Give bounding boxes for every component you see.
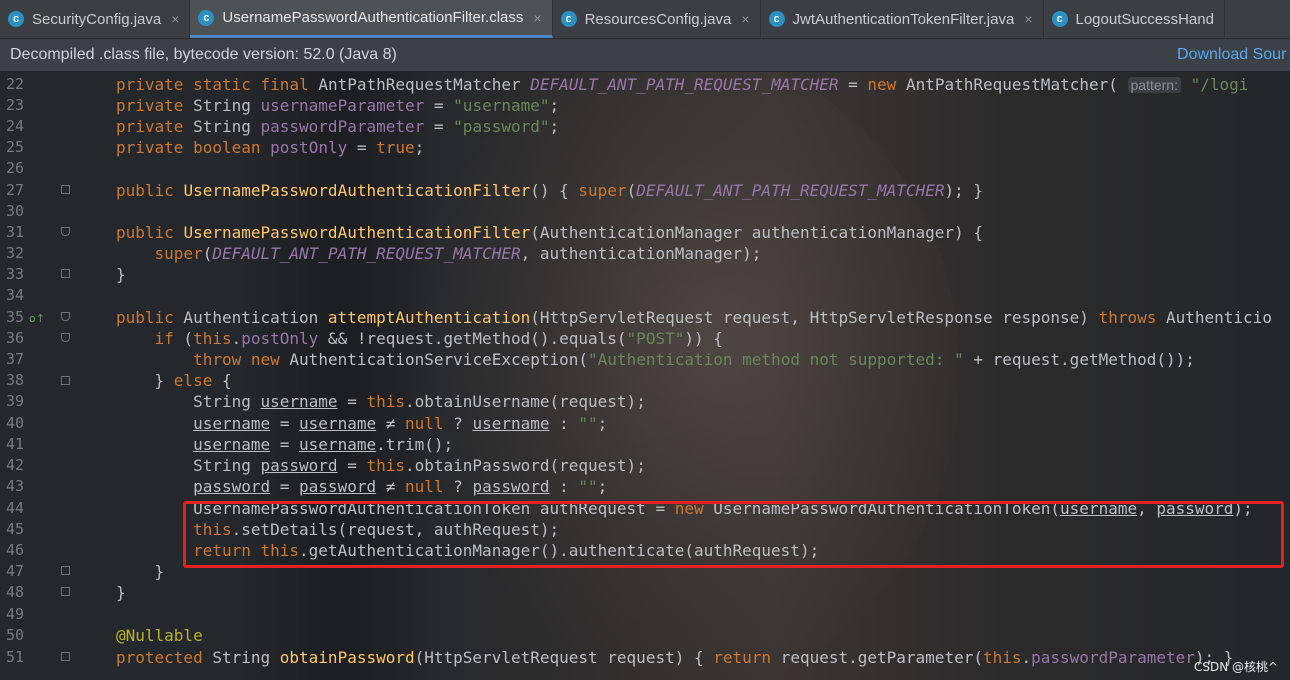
tab-jwtauthenticationtokenfilter[interactable]: c JwtAuthenticationTokenFilter.java × <box>761 0 1044 38</box>
line-number: 37 <box>5 350 24 368</box>
code-line[interactable]: String password = this.obtainPassword(re… <box>116 455 646 476</box>
line-number: 38 <box>5 371 24 389</box>
code-line[interactable]: throw new AuthenticationServiceException… <box>116 349 1195 370</box>
decompiled-banner: Decompiled .class file, bytecode version… <box>0 39 1290 71</box>
class-icon: c <box>560 11 577 27</box>
line-number: 39 <box>5 392 24 410</box>
code-line[interactable]: username = username.trim(); <box>116 434 453 455</box>
line-number: 48 <box>5 583 24 601</box>
close-icon[interactable]: × <box>741 11 749 27</box>
code-line[interactable]: } <box>116 264 126 285</box>
code-editor[interactable]: 22 23 24 25 26 27 30 31 32 33 34 35 36 3… <box>0 72 1290 680</box>
code-line[interactable]: } <box>116 582 126 603</box>
banner-message: Decompiled .class file, bytecode version… <box>10 46 397 63</box>
code-line[interactable]: } else { <box>116 370 232 391</box>
code-line[interactable]: if (this.postOnly && !request.getMethod(… <box>116 328 723 349</box>
line-number: 25 <box>5 138 24 156</box>
close-icon[interactable]: × <box>533 10 541 26</box>
fold-toggle-icon[interactable] <box>61 587 70 596</box>
class-icon: c <box>768 11 785 27</box>
class-icon: c <box>8 11 24 27</box>
tab-logoutsuccesshandler[interactable]: c LogoutSuccessHand <box>1044 0 1225 38</box>
code-line[interactable]: super(DEFAULT_ANT_PATH_REQUEST_MATCHER, … <box>116 243 762 264</box>
code-line[interactable]: @Nullable <box>116 625 203 646</box>
code-line[interactable]: private boolean postOnly = true; <box>116 137 424 158</box>
highlight-box <box>183 501 1284 568</box>
line-number: 50 <box>5 626 24 644</box>
line-number: 49 <box>5 605 24 623</box>
line-number: 31 <box>5 223 24 241</box>
tab-usernamepasswordauthenticationfilter[interactable]: c UsernamePasswordAuthenticationFilter.c… <box>190 0 553 38</box>
line-number: 24 <box>5 117 24 135</box>
code-line[interactable]: username = username ≠ null ? username : … <box>116 413 607 434</box>
editor-tab-bar: c SecurityConfig.java × c UsernamePasswo… <box>0 0 1290 39</box>
tab-label: ResourcesConfig.java <box>584 10 732 28</box>
fold-toggle-icon[interactable] <box>61 566 70 575</box>
code-line[interactable]: public UsernamePasswordAuthenticationFil… <box>116 180 983 201</box>
class-icon: c <box>198 9 215 26</box>
line-number: 35 <box>5 308 24 326</box>
close-icon[interactable]: × <box>1024 11 1032 27</box>
code-line[interactable]: } <box>116 561 165 582</box>
line-number: 44 <box>5 499 24 517</box>
close-icon[interactable]: × <box>171 11 179 27</box>
code-line[interactable]: password = password ≠ null ? password : … <box>116 476 607 497</box>
line-number-gutter: 22 23 24 25 26 27 30 31 32 33 34 35 36 3… <box>0 72 80 680</box>
line-number: 26 <box>5 159 24 177</box>
fold-toggle-icon[interactable] <box>61 376 70 385</box>
line-number: 47 <box>5 562 24 580</box>
line-number: 51 <box>5 648 24 666</box>
background-image-face <box>400 72 960 680</box>
fold-toggle-icon[interactable] <box>61 227 70 236</box>
line-number: 36 <box>5 329 24 347</box>
line-number: 42 <box>5 456 24 474</box>
tab-securityconfig[interactable]: c SecurityConfig.java × <box>0 0 191 38</box>
override-marker-icon[interactable]: o↑ <box>29 312 45 325</box>
line-number: 30 <box>5 202 24 220</box>
tab-label: JwtAuthenticationTokenFilter.java <box>792 10 1015 28</box>
tab-resourcesconfig[interactable]: c ResourcesConfig.java × <box>553 0 761 38</box>
download-sources-link[interactable]: Download Sour <box>1177 46 1286 64</box>
line-number: 34 <box>5 286 24 304</box>
code-line[interactable]: private static final AntPathRequestMatch… <box>116 74 1248 95</box>
line-number: 40 <box>5 414 24 432</box>
code-line[interactable]: private String passwordParameter = "pass… <box>116 116 559 137</box>
tab-label: SecurityConfig.java <box>32 10 162 28</box>
line-number: 32 <box>5 244 24 262</box>
fold-toggle-icon[interactable] <box>61 652 70 661</box>
tab-label: LogoutSuccessHand <box>1075 10 1214 28</box>
fold-toggle-icon[interactable] <box>61 269 70 278</box>
line-number: 45 <box>5 520 24 538</box>
line-number: 22 <box>5 75 24 93</box>
code-line[interactable]: protected String obtainPassword(HttpServ… <box>116 647 1233 668</box>
line-number: 43 <box>5 477 24 495</box>
line-number: 33 <box>5 265 24 283</box>
line-number: 23 <box>5 96 24 114</box>
line-number: 27 <box>5 181 24 199</box>
line-number: 41 <box>5 435 24 453</box>
fold-toggle-icon[interactable] <box>61 185 70 194</box>
fold-toggle-icon[interactable] <box>61 333 70 342</box>
code-line[interactable]: private String usernameParameter = "user… <box>116 95 559 116</box>
code-line[interactable]: public UsernamePasswordAuthenticationFil… <box>116 222 983 243</box>
fold-toggle-icon[interactable] <box>61 312 70 321</box>
code-line[interactable]: public Authentication attemptAuthenticat… <box>116 307 1272 328</box>
tab-label: UsernamePasswordAuthenticationFilter.cla… <box>222 9 524 26</box>
code-line[interactable]: String username = this.obtainUsername(re… <box>116 391 646 412</box>
class-icon: c <box>1051 11 1068 27</box>
watermark: CSDN @核桃^ <box>1194 660 1279 674</box>
line-number: 46 <box>5 541 24 559</box>
